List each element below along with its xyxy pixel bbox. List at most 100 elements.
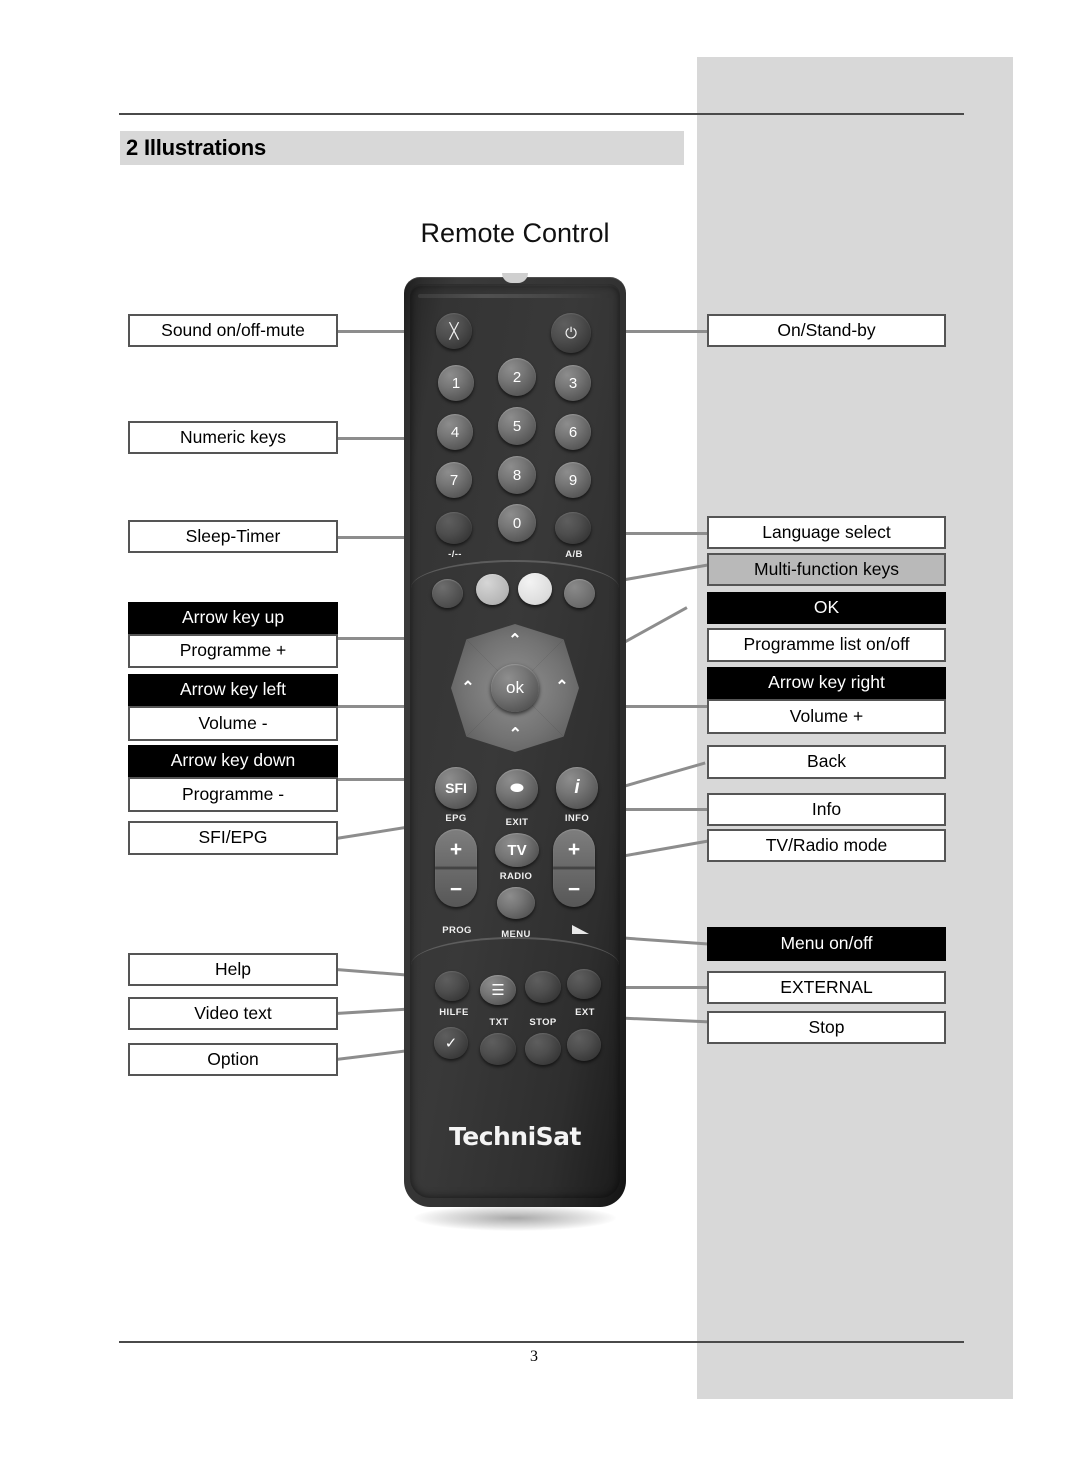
language-select-key[interactable] — [555, 512, 591, 544]
digit-key-9[interactable]: 9 — [555, 462, 591, 498]
option-key-3[interactable] — [525, 1033, 561, 1065]
callout-info[interactable]: Info — [707, 793, 946, 826]
callout-help[interactable]: Help — [128, 953, 338, 986]
callout-label: Programme + — [179, 640, 287, 661]
page-number: 3 — [0, 1348, 1080, 1366]
external-key[interactable] — [567, 969, 601, 999]
callout-video-text[interactable]: Video text — [128, 997, 338, 1030]
digit-label: 0 — [512, 514, 522, 532]
digit-key-3[interactable]: 3 — [555, 365, 591, 401]
multifunction-key-yellow[interactable] — [518, 573, 552, 605]
callout-back[interactable]: Back — [707, 745, 946, 779]
multifunction-key-green[interactable] — [476, 574, 509, 605]
callout-label: Programme - — [181, 783, 285, 804]
digit-label: 6 — [568, 423, 578, 441]
mute-icon: ╳ — [449, 322, 459, 340]
legend-txt: TXT — [489, 1017, 509, 1028]
callout-volume-plus[interactable]: Volume + — [707, 699, 946, 734]
chevron-right-icon: ⌃ — [555, 679, 569, 696]
videotext-key[interactable]: ☰ — [480, 975, 516, 1005]
callout-tv-radio-mode[interactable]: TV/Radio mode — [707, 829, 946, 862]
callout-on-standby[interactable]: On/Stand-by — [707, 314, 946, 347]
header-rule — [119, 113, 964, 115]
callout-numeric-keys[interactable]: Numeric keys — [128, 421, 338, 454]
callout-label: Stop — [808, 1016, 845, 1037]
programme-plus-label: + — [449, 838, 463, 861]
menu-key[interactable] — [497, 887, 535, 919]
option-key-4[interactable] — [567, 1029, 601, 1061]
legend-radio: RADIO — [499, 871, 533, 882]
remote-control-illustration: ╳ ⏻ 1 2 3 4 5 6 7 8 9 0 -/-- A/B ⌃ ⌃ ⌃ ⌃ — [404, 273, 626, 1207]
callout-arrow-key-right[interactable]: Arrow key right — [707, 667, 946, 699]
callout-programme-plus[interactable]: Programme + — [128, 634, 338, 668]
callout-sfi-epg[interactable]: SFI/EPG — [128, 821, 338, 855]
callout-label: Help — [215, 958, 251, 979]
chevron-down-icon: ⌃ — [508, 726, 522, 743]
callout-label: Arrow key right — [768, 672, 885, 693]
callout-stop[interactable]: Stop — [707, 1011, 946, 1044]
legend-minus-slash: -/-- — [448, 549, 462, 560]
callout-menu-on-off[interactable]: Menu on/off — [707, 927, 946, 961]
callout-multi-function-keys[interactable]: Multi-function keys — [707, 553, 946, 586]
digit-key-8[interactable]: 8 — [498, 456, 536, 494]
volume-plus-label: + — [567, 838, 581, 861]
callout-sleep-timer[interactable]: Sleep-Timer — [128, 520, 338, 553]
digit-key-1[interactable]: 1 — [438, 365, 474, 401]
callout-arrow-key-left[interactable]: Arrow key left — [128, 674, 338, 706]
callout-label: Arrow key left — [180, 679, 286, 700]
ok-key[interactable]: ok — [491, 664, 539, 712]
callout-label: Sound on/off-mute — [161, 319, 305, 340]
callout-label: Volume + — [789, 705, 864, 726]
power-icon: ⏻ — [565, 324, 577, 342]
digit-key-7[interactable]: 7 — [436, 462, 472, 498]
digit-key-2[interactable]: 2 — [498, 358, 536, 396]
callout-sound-on-off-mute[interactable]: Sound on/off-mute — [128, 314, 338, 347]
digit-key-4[interactable]: 4 — [437, 414, 473, 450]
callout-label: Numeric keys — [180, 426, 286, 447]
stop-key[interactable] — [525, 971, 561, 1003]
callout-label: Menu on/off — [780, 933, 873, 954]
callout-label: Sleep-Timer — [185, 525, 281, 546]
sfi-epg-key[interactable]: SFI — [435, 767, 477, 809]
back-exit-key[interactable]: ⬬ — [496, 769, 538, 809]
digit-label: 9 — [568, 471, 578, 489]
callout-programme-minus[interactable]: Programme - — [128, 777, 338, 812]
callout-label: Arrow key up — [181, 607, 285, 628]
digit-label: 7 — [449, 471, 459, 489]
videotext-icon: ☰ — [491, 982, 505, 999]
digit-key-6[interactable]: 6 — [555, 414, 591, 450]
sleep-timer-key[interactable] — [436, 512, 472, 544]
multifunction-key-blue[interactable] — [564, 579, 595, 608]
callout-label: TV/Radio mode — [765, 834, 888, 855]
callout-option[interactable]: Option — [128, 1043, 338, 1076]
programme-rocker-key[interactable]: + − — [435, 829, 477, 907]
info-key[interactable]: i — [556, 767, 598, 809]
help-key[interactable] — [435, 971, 469, 1001]
callout-volume-minus[interactable]: Volume - — [128, 706, 338, 741]
callout-external[interactable]: EXTERNAL — [707, 971, 946, 1004]
callout-language-select[interactable]: Language select — [707, 516, 946, 549]
digit-label: 1 — [451, 374, 461, 392]
page-number-value: 3 — [530, 1348, 538, 1365]
callout-arrow-key-up[interactable]: Arrow key up — [128, 602, 338, 634]
chapter-title-band: 2 Illustrations — [120, 131, 684, 165]
tv-radio-key[interactable]: TV — [495, 833, 539, 867]
footer-rule — [119, 1341, 964, 1343]
legend-prog: PROG — [442, 925, 472, 936]
multifunction-key-red[interactable] — [432, 579, 463, 608]
volume-rocker-key[interactable]: + − — [553, 829, 595, 907]
brand-logo: TechniSat — [449, 1122, 582, 1151]
callout-arrow-key-down[interactable]: Arrow key down — [128, 745, 338, 777]
power-key[interactable]: ⏻ — [551, 313, 591, 353]
navigation-pad: ⌃ ⌃ ⌃ ⌃ ok — [451, 624, 579, 752]
option-key[interactable]: ✓ — [434, 1027, 468, 1059]
legend-info: INFO — [564, 813, 590, 824]
option-key-2[interactable] — [480, 1033, 516, 1065]
digit-label: 8 — [512, 466, 522, 484]
digit-key-0[interactable]: 0 — [498, 504, 536, 542]
mute-key[interactable]: ╳ — [436, 313, 472, 349]
digit-key-5[interactable]: 5 — [498, 407, 536, 445]
callout-ok[interactable]: OK — [707, 592, 946, 624]
chevron-up-icon: ⌃ — [508, 632, 522, 649]
callout-programme-list[interactable]: Programme list on/off — [707, 628, 946, 662]
